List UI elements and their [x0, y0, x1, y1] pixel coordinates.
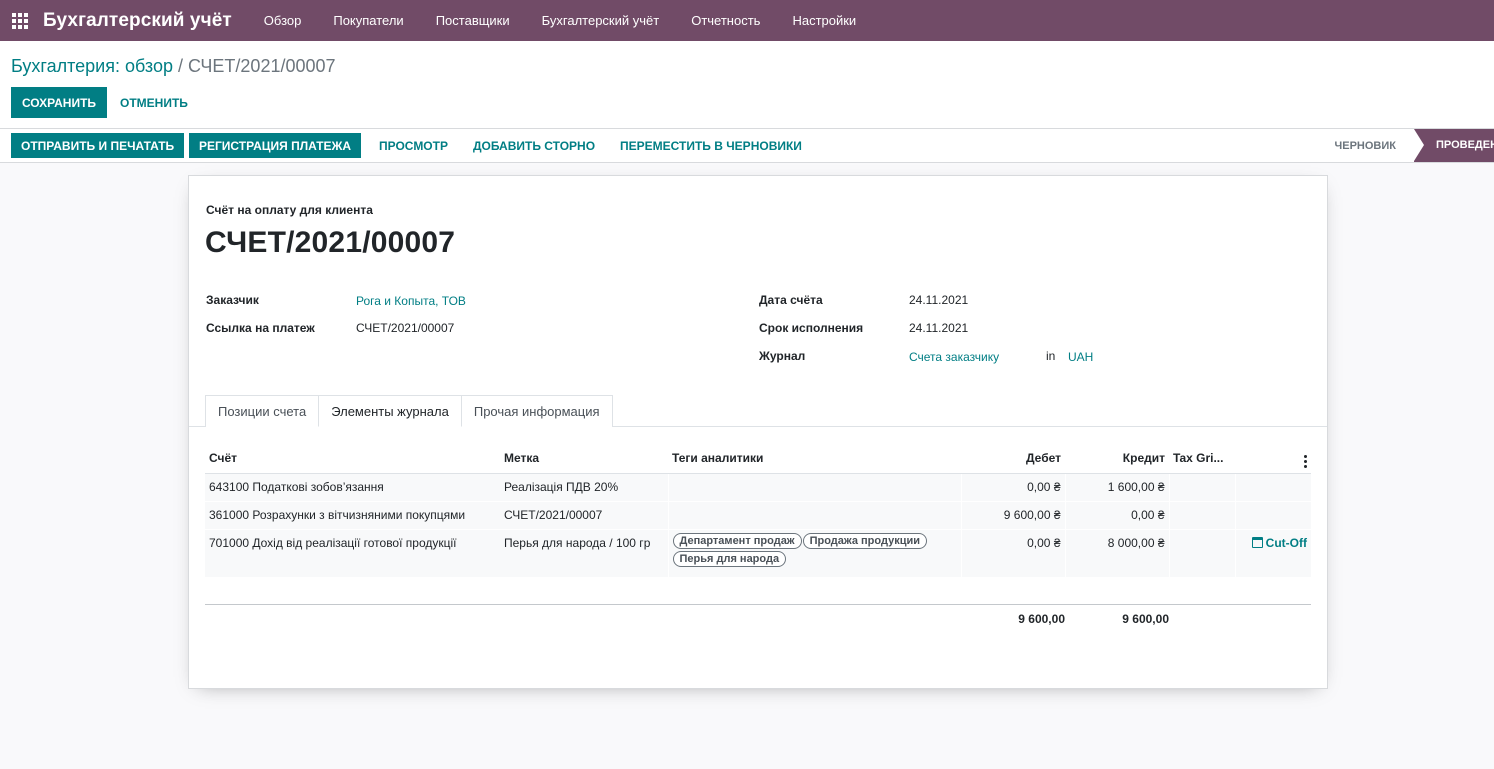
- row-account: 361000 Розрахунки з вітчизняними покупця…: [209, 507, 466, 522]
- currency-link[interactable]: UAH: [1068, 350, 1093, 364]
- status-posted: ПРОВЕДЕН: [1414, 129, 1494, 162]
- row-tax-grids: [1168, 501, 1235, 529]
- kebab-menu-icon[interactable]: [1304, 455, 1307, 469]
- cutoff-button[interactable]: Cut-Off: [1251, 535, 1307, 550]
- tab-invoice-lines[interactable]: Позиции счета: [205, 395, 320, 427]
- invoice-type: Счёт на оплату для клиента: [206, 203, 373, 217]
- row-tax-grids: [1168, 529, 1235, 577]
- row-extra: [1234, 501, 1311, 529]
- due-date-label: Срок исполнения: [759, 321, 864, 335]
- status-steps: ЧЕРНОВИК ПРОВЕДЕН: [1335, 129, 1494, 162]
- row-extra: Cut-Off: [1234, 529, 1311, 577]
- analytic-tag[interactable]: Продажа продукции: [802, 532, 927, 549]
- total-credit: 9 600,00: [1122, 612, 1169, 626]
- row-debit: 9 600,00 ₴: [960, 501, 1065, 529]
- row-credit: 1 600,00 ₴: [1064, 473, 1169, 501]
- invoice-date-value: 24.11.2021: [909, 293, 969, 307]
- col-credit[interactable]: Кредит: [1065, 443, 1169, 474]
- table-row[interactable]: 361000 Розрахунки з вітчизняними покупця…: [205, 501, 1311, 529]
- calendar-icon: [1251, 536, 1263, 548]
- journal-items-table: Счёт Метка Теги аналитики Дебет Кредит T…: [205, 443, 1311, 578]
- invoice-date-label: Дата счёта: [759, 293, 823, 307]
- tab-journal-items[interactable]: Элементы журнала: [318, 395, 462, 427]
- cutoff-label: Cut-Off: [1265, 535, 1307, 550]
- row-debit: 0,00 ₴: [960, 473, 1065, 501]
- control-panel: Бухгалтерия: обзор / СЧЕТ/2021/00007 СОХ…: [0, 41, 1494, 129]
- nav-accounting[interactable]: Бухгалтерский учёт: [526, 0, 676, 41]
- breadcrumb-current: СЧЕТ/2021/00007: [188, 56, 336, 76]
- row-label: Перья для народа / 100 гр: [504, 535, 651, 550]
- row-tags: [667, 501, 961, 529]
- breadcrumb-parent[interactable]: Бухгалтерия: обзор: [11, 56, 173, 76]
- notebook-tabs: Позиции счета Элементы журнала Прочая ин…: [205, 395, 613, 427]
- row-label: СЧЕТ/2021/00007: [504, 507, 603, 522]
- row-label: Реалізація ПДВ 20%: [504, 479, 619, 494]
- customer-label: Заказчик: [206, 293, 259, 307]
- payment-ref-value: СЧЕТ/2021/00007: [356, 321, 455, 335]
- reset-to-draft-button[interactable]: ПЕРЕМЕСТИТЬ В ЧЕРНОВИКИ: [610, 133, 812, 158]
- row-account: 643100 Податкові зобов’язання: [209, 479, 384, 494]
- status-draft[interactable]: ЧЕРНОВИК: [1335, 140, 1414, 152]
- nav-vendors[interactable]: Поставщики: [420, 0, 526, 41]
- apps-grid-icon[interactable]: [12, 12, 28, 29]
- invoice-sheet: Счёт на оплату для клиента СЧЕТ/2021/000…: [188, 175, 1328, 689]
- col-tax-grids[interactable]: Tax Gri...: [1169, 443, 1235, 474]
- save-button[interactable]: СОХРАНИТЬ: [11, 87, 107, 118]
- row-debit: 0,00 ₴: [960, 529, 1065, 577]
- analytic-tag[interactable]: Департамент продаж: [672, 532, 802, 549]
- row-credit: 0,00 ₴: [1064, 501, 1169, 529]
- journal-label: Журнал: [759, 349, 806, 363]
- table-row[interactable]: 643100 Податкові зобов’язання Реалізація…: [205, 473, 1311, 501]
- add-reversal-button[interactable]: ДОБАВИТЬ СТОРНО: [463, 133, 605, 158]
- send-print-button[interactable]: ОТПРАВИТЬ И ПЕЧАТАТЬ: [11, 133, 185, 158]
- cancel-button[interactable]: ОТМЕНИТЬ: [113, 87, 195, 118]
- currency-in-label: in: [1046, 349, 1056, 363]
- optional-columns-toggle[interactable]: [1235, 443, 1311, 474]
- total-debit: 9 600,00: [1018, 612, 1065, 626]
- breadcrumb-separator: /: [177, 56, 183, 76]
- journal-link[interactable]: Счета заказчику: [909, 350, 999, 364]
- app-brand[interactable]: Бухгалтерский учёт: [43, 10, 232, 32]
- row-tags: Департамент продаж Продажа продукции Перь…: [667, 529, 961, 577]
- preview-button[interactable]: ПРОСМОТР: [369, 133, 458, 158]
- statusbar: ОТПРАВИТЬ И ПЕЧАТАТЬ РЕГИСТРАЦИЯ ПЛАТЕЖА…: [0, 129, 1494, 163]
- register-payment-button[interactable]: РЕГИСТРАЦИЯ ПЛАТЕЖА: [189, 133, 362, 158]
- nav-overview[interactable]: Обзор: [248, 0, 318, 41]
- top-navbar: Бухгалтерский учёт Обзор Покупатели Пост…: [0, 0, 1494, 41]
- table-footer-divider: [205, 604, 1311, 605]
- analytic-tag[interactable]: Перья для народа: [672, 550, 787, 567]
- nav-reporting[interactable]: Отчетность: [675, 0, 776, 41]
- table-row[interactable]: 701000 Дохід від реалізації готової прод…: [205, 529, 1311, 577]
- col-debit[interactable]: Дебет: [961, 443, 1065, 474]
- row-tax-grids: [1168, 473, 1235, 501]
- tab-other-info[interactable]: Прочая информация: [460, 395, 613, 427]
- customer-link[interactable]: Рога и Копыта, ТОВ: [356, 294, 466, 308]
- payment-ref-label: Ссылка на платеж: [206, 321, 315, 335]
- row-credit: 8 000,00 ₴: [1064, 529, 1169, 577]
- breadcrumb: Бухгалтерия: обзор / СЧЕТ/2021/00007: [11, 56, 336, 77]
- row-tags: [667, 473, 961, 501]
- col-account[interactable]: Счёт: [205, 443, 500, 474]
- nav-customers[interactable]: Покупатели: [317, 0, 419, 41]
- due-date-value: 24.11.2021: [909, 321, 969, 335]
- col-analytic-tags[interactable]: Теги аналитики: [668, 443, 961, 474]
- nav-configuration[interactable]: Настройки: [776, 0, 872, 41]
- col-label[interactable]: Метка: [500, 443, 668, 474]
- invoice-number: СЧЕТ/2021/00007: [205, 226, 456, 259]
- row-extra: [1234, 473, 1311, 501]
- row-account: 701000 Дохід від реалізації готової прод…: [209, 535, 457, 550]
